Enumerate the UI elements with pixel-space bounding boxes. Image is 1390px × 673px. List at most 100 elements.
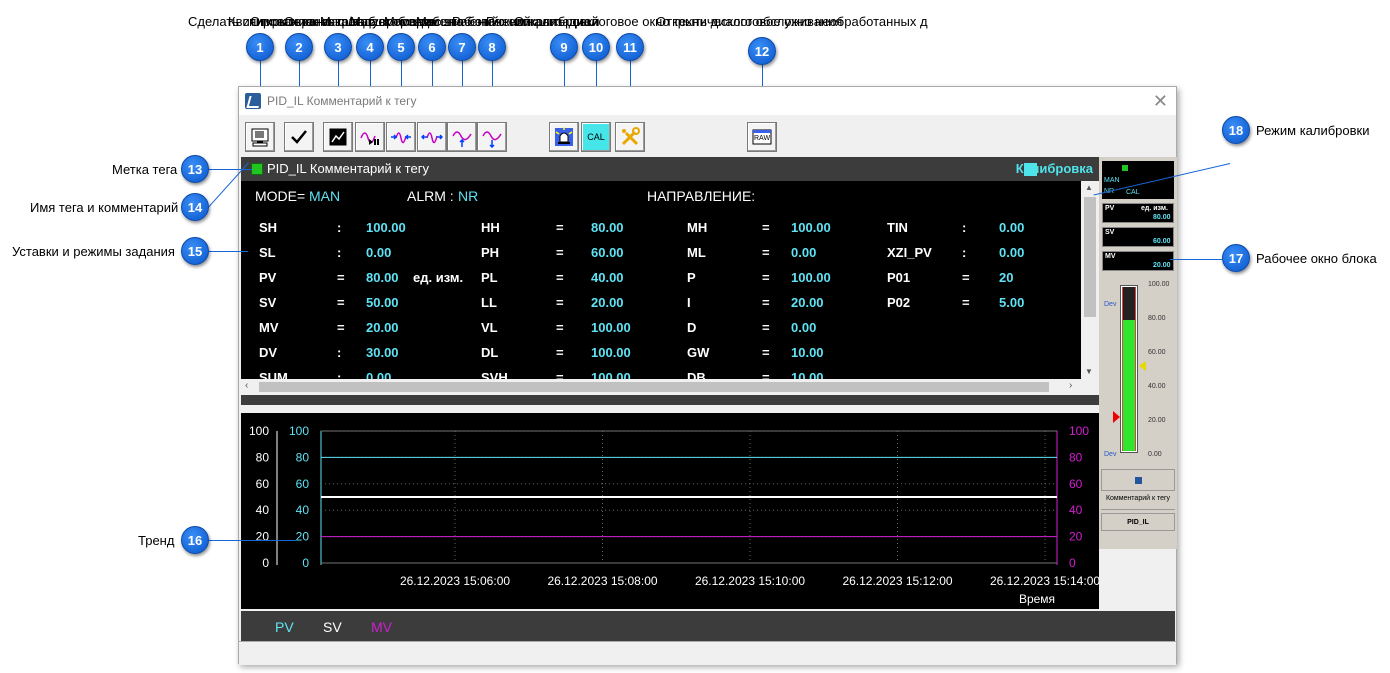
bar-frame <box>1120 285 1138 453</box>
annotation-bubble-10: 10 <box>582 33 610 61</box>
param-value: 100.00 <box>791 270 831 285</box>
param-name: MH <box>687 220 708 235</box>
alarm-bell-icon <box>555 127 573 146</box>
faceplate-sv-value: 60.00 <box>1153 238 1171 245</box>
faceplate-pv-value: 80.00 <box>1153 214 1171 221</box>
time-zoom-out-button[interactable] <box>417 122 447 152</box>
annotation-text-15: Уставки и режимы задания <box>12 244 175 259</box>
raw-data-button[interactable]: RAW <box>747 122 777 152</box>
param-name: SVH <box>481 370 508 379</box>
scroll-up-icon[interactable]: ▲ <box>1085 183 1093 192</box>
alarm-button[interactable] <box>549 122 579 152</box>
pv-tick-label: 100 <box>289 424 309 438</box>
vertical-scroll-thumb[interactable] <box>1084 197 1096 317</box>
open-trend-button[interactable] <box>323 122 353 152</box>
trend-pause-button[interactable] <box>355 122 385 152</box>
param-name: P <box>687 270 696 285</box>
trend-window-icon <box>329 128 347 146</box>
annotation-bubble-1: 1 <box>246 33 274 61</box>
time-zoom-in-button[interactable] <box>386 122 416 152</box>
y-tick-label: 60 <box>256 477 270 491</box>
vertical-scrollbar[interactable]: ▲ ▼ <box>1081 181 1099 379</box>
acknowledge-button[interactable] <box>284 122 314 152</box>
param-name: SH <box>259 220 278 235</box>
legend-pv[interactable]: PV <box>275 619 294 635</box>
scroll-down-icon[interactable]: ▼ <box>1085 367 1093 376</box>
faceplate-pv-unit: ед. изм. <box>1141 205 1168 212</box>
param-sep: = <box>762 370 770 379</box>
faceplate-comment: Комментарий к тегу <box>1105 495 1171 502</box>
x-tick-label: 26.12.2023 15:08:00 <box>547 574 657 588</box>
horizontal-scrollbar[interactable]: ‹ › <box>241 379 1099 395</box>
param-value: 100.00 <box>791 220 831 235</box>
mv-tick-label: 20 <box>1069 530 1083 544</box>
x-tick-label: 26.12.2023 15:14:00 <box>990 574 1099 588</box>
toolbar: CAL RAW <box>239 119 1176 153</box>
pv-bar-fill <box>1123 319 1135 451</box>
tag-header: PID_IL Комментарий к тегу Калибровка <box>241 157 1099 181</box>
faceplate-mv-label: MV <box>1105 253 1116 260</box>
param-name: HH <box>481 220 500 235</box>
faceplate-mv-value: 20.00 <box>1153 262 1171 269</box>
legend-mv[interactable]: MV <box>371 619 392 635</box>
scroll-right-icon[interactable]: › <box>1069 380 1072 391</box>
trend-panel[interactable]: 100 100 100 80 80 80 60 60 60 40 40 40 20 20 20 0 0 0 26.1… <box>241 413 1100 609</box>
param-sep: : <box>337 370 342 379</box>
block-faceplate: MAN NR CAL PV ед. изм. 80.00 SV 60.00 MV… <box>1099 157 1177 549</box>
legend-sv[interactable]: SV <box>323 619 342 635</box>
param-value: 40.00 <box>591 270 624 285</box>
faceplate-pv-box: PV ед. изм. 80.00 <box>1102 203 1174 223</box>
annotation-bubble-16: 16 <box>181 526 209 554</box>
value-zoom-out-button[interactable] <box>477 122 507 152</box>
annotation-bubble-12: 12 <box>748 37 776 65</box>
param-value: 100.00 <box>591 320 631 335</box>
param-name: P01 <box>887 270 911 285</box>
param-sep: : <box>337 245 342 260</box>
param-name: SL <box>259 245 276 260</box>
value-zoom-in-button[interactable] <box>447 122 477 152</box>
annotation-bubble-18: 18 <box>1222 116 1250 144</box>
status-bar <box>239 641 1176 665</box>
screenshot-button[interactable] <box>245 122 275 152</box>
param-name: ML <box>687 245 706 260</box>
time-zoom-out-icon <box>421 132 443 144</box>
param-sep: = <box>337 270 345 285</box>
calibration-label: Калибровка <box>1015 161 1093 176</box>
pv-tick-label: 20 <box>296 530 310 544</box>
y-tick-label: 40 <box>256 503 270 517</box>
param-value: 5.00 <box>999 295 1025 310</box>
param-sep: = <box>762 295 770 310</box>
horizontal-scroll-thumb[interactable] <box>259 382 1049 392</box>
param-value: 0.00 <box>366 370 392 379</box>
close-icon[interactable]: ✕ <box>1153 91 1168 112</box>
faceplate-pv-label: PV <box>1105 205 1115 212</box>
wrench-screwdriver-icon <box>621 127 640 146</box>
annotation-bubble-3: 3 <box>324 33 352 61</box>
annotation-bubble-17: 17 <box>1222 244 1250 272</box>
calibration-button[interactable]: CAL <box>581 122 611 152</box>
bar-track <box>1123 287 1135 451</box>
param-sep: = <box>762 320 770 335</box>
mv-tick-label: 0 <box>1069 556 1076 570</box>
pv-tick-label: 40 <box>296 503 310 517</box>
faceplate-cal: CAL <box>1126 189 1140 196</box>
param-value: 80.00 <box>366 270 399 285</box>
faceplate-status-box[interactable] <box>1101 469 1175 491</box>
x-tick-label: 26.12.2023 15:12:00 <box>842 574 952 588</box>
maintenance-button[interactable] <box>615 122 645 152</box>
faceplate-bargraph: Dev Dev 100.00 80.00 60.00 40.00 20.00 0.00 <box>1102 277 1174 463</box>
title-bar[interactable]: PID_IL Комментарий к тегу ✕ <box>239 87 1176 115</box>
trend-chart: 100 100 100 80 80 80 60 60 60 40 40 40 20 20 20 0 0 0 26.1… <box>249 424 1100 606</box>
faceplate-tag-name[interactable]: PID_IL <box>1101 513 1175 531</box>
bar-bottom-label: Dev <box>1104 451 1117 458</box>
param-sep: = <box>556 270 564 285</box>
annotation-bubble-13: 13 <box>181 155 209 183</box>
param-sep: : <box>337 345 342 360</box>
param-value: 20.00 <box>591 295 624 310</box>
x-tick-label: 26.12.2023 15:10:00 <box>695 574 805 588</box>
pv-tick-label: 60 <box>296 477 310 491</box>
param-name: I <box>687 295 691 310</box>
scroll-left-icon[interactable]: ‹ <box>245 380 248 391</box>
bar-scale-tick: 60.00 <box>1148 349 1166 356</box>
mv-tick-label: 80 <box>1069 450 1083 464</box>
